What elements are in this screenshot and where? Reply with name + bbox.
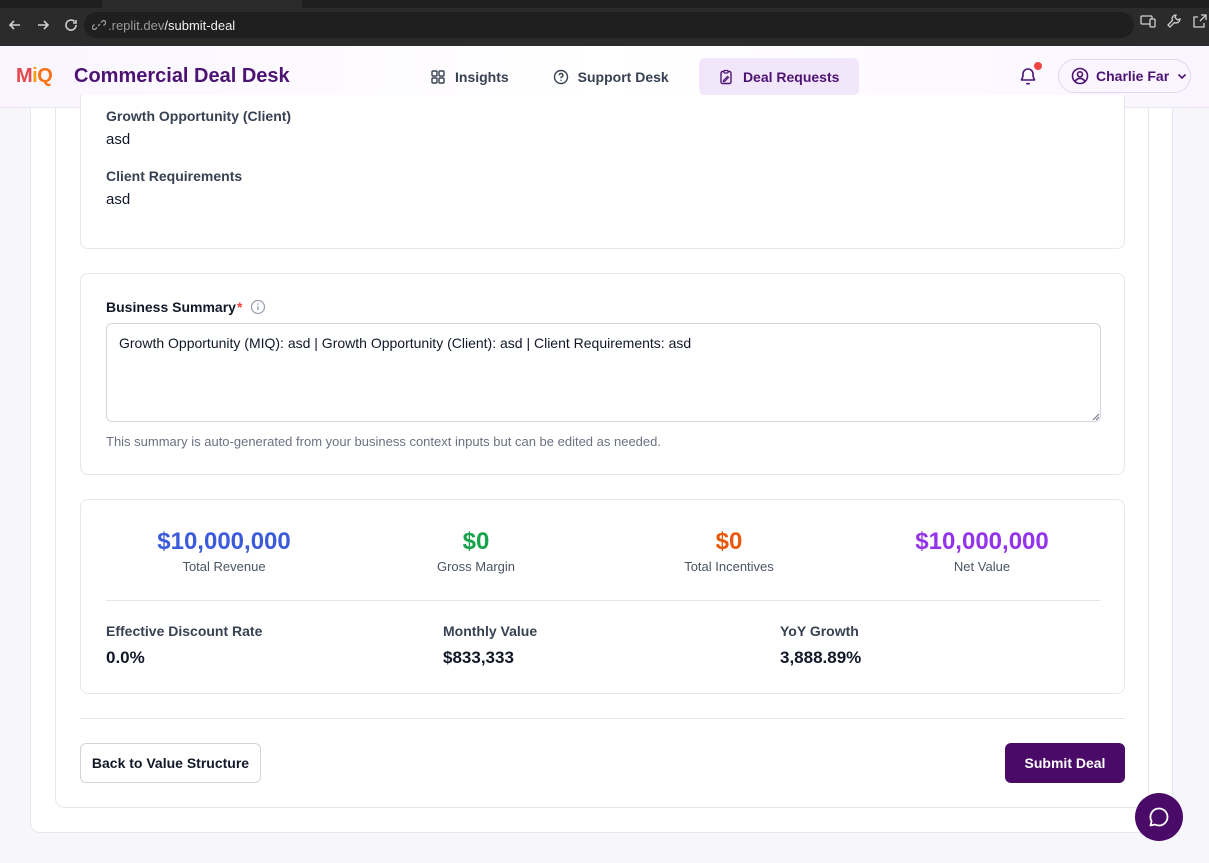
metric-label: Gross Margin <box>436 559 516 574</box>
metric-total-revenue: $10,000,000 Total Revenue <box>99 528 349 574</box>
summary-help-text: This summary is auto-generated from your… <box>106 434 661 449</box>
metric-value: $10,000,000 <box>157 528 291 555</box>
forward-arrow-icon[interactable] <box>30 12 56 38</box>
grid-icon <box>431 69 445 84</box>
back-to-value-structure-button[interactable]: Back to Value Structure <box>80 743 261 783</box>
browser-actions <box>1139 12 1209 30</box>
nav-label: Support Desk <box>577 68 669 85</box>
link-icon <box>92 19 106 31</box>
miq-logo[interactable]: MiQ <box>16 65 53 88</box>
deal-metrics-card: $10,000,000 Total Revenue $0 Gross Margi… <box>80 499 1125 694</box>
business-summary-card: Business Summary * Growth Opportunity (MI… <box>80 273 1125 475</box>
growth-client-value: asd <box>106 131 131 148</box>
chat-button[interactable] <box>1135 793 1183 841</box>
nav-label: Insights <box>455 68 509 85</box>
resize-grip-icon[interactable] <box>1091 412 1100 421</box>
wrench-icon[interactable] <box>1165 12 1183 30</box>
main-nav: Insights Support Desk Deal Requests <box>416 58 859 95</box>
metric-net-value: $10,000,000 Net Value <box>857 528 1107 574</box>
growth-client-label: Growth Opportunity (Client) <box>106 108 292 124</box>
metrics-divider <box>106 600 1101 601</box>
business-summary-label-text: Business Summary <box>106 299 236 315</box>
chevron-down-icon <box>1178 73 1187 80</box>
business-summary-label: Business Summary * <box>106 299 266 315</box>
stat-value: 0.0% <box>106 648 145 667</box>
metric-total-incentives: $0 Total Incentives <box>604 528 854 574</box>
reload-icon[interactable] <box>58 12 84 38</box>
user-name: Charlie Far <box>1096 68 1170 84</box>
user-menu-button[interactable]: Charlie Far <box>1058 59 1191 93</box>
url-path: /submit-deal <box>164 17 236 33</box>
stat-effective-discount-rate: Effective Discount Rate 0.0% <box>106 623 262 668</box>
nav-item-deal-requests[interactable]: Deal Requests <box>698 58 859 95</box>
stat-monthly-value: Monthly Value $833,333 <box>443 623 537 668</box>
stat-value: 3,888.89% <box>780 648 862 667</box>
client-requirements-label: Client Requirements <box>106 168 243 184</box>
nav-item-insights[interactable]: Insights <box>416 58 523 95</box>
user-circle-icon <box>1071 67 1089 85</box>
nav-label: Deal Requests <box>742 68 840 85</box>
url-host: .replit.dev <box>108 17 165 33</box>
browser-tab[interactable] <box>102 0 302 8</box>
stat-label: YoY Growth <box>780 623 859 639</box>
address-bar[interactable]: .replit.dev/submit-deal <box>84 12 1134 38</box>
browser-toolbar: .replit.dev/submit-deal <box>0 8 1209 42</box>
chat-bubble-icon <box>1149 807 1169 827</box>
clipboard-icon <box>720 69 732 84</box>
actions-divider <box>80 718 1125 719</box>
app-title: Commercial Deal Desk <box>74 65 290 87</box>
device-icon[interactable] <box>1139 12 1157 30</box>
nav-item-support-desk[interactable]: Support Desk <box>539 58 683 95</box>
stat-label: Monthly Value <box>443 623 538 639</box>
business-context-card: Growth Opportunity (Client) asd Client R… <box>80 95 1125 249</box>
stat-value: $833,333 <box>443 648 514 667</box>
metric-label: Net Value <box>953 559 1011 574</box>
required-asterisk: * <box>236 299 243 315</box>
back-arrow-icon[interactable] <box>2 12 28 38</box>
metric-label: Total Revenue <box>182 559 266 574</box>
metric-label: Total Incentives <box>684 559 774 574</box>
business-summary-textarea[interactable]: Growth Opportunity (MIQ): asd | Growth O… <box>106 323 1101 422</box>
metric-value: $10,000,000 <box>915 528 1049 555</box>
metric-gross-margin: $0 Gross Margin <box>351 528 601 574</box>
metric-value: $0 <box>462 528 490 555</box>
stat-yoy-growth: YoY Growth 3,888.89% <box>780 623 861 668</box>
metric-value: $0 <box>715 528 743 555</box>
external-link-icon[interactable] <box>1191 12 1209 30</box>
question-circle-icon <box>553 69 568 84</box>
notification-badge <box>1034 62 1042 70</box>
stat-label: Effective Discount Rate <box>106 623 263 639</box>
submit-deal-button[interactable]: Submit Deal <box>1005 743 1125 783</box>
browser-tab-strip <box>0 0 1209 8</box>
client-requirements-value: asd <box>106 191 131 208</box>
info-icon[interactable] <box>250 299 266 315</box>
